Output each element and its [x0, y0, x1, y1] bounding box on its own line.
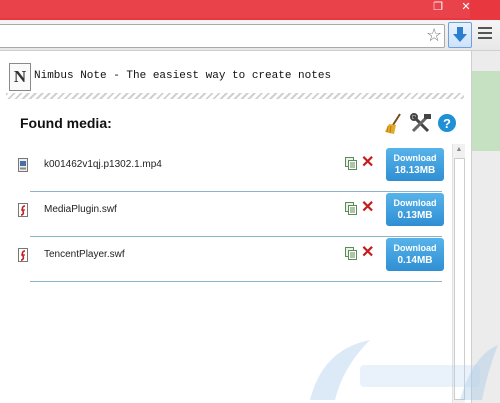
- browser-titlebar: [0, 0, 500, 20]
- svg-text:?: ?: [443, 116, 451, 131]
- download-label: Download: [393, 243, 437, 253]
- media-row: MediaPlugin.swf ✕ Download 0.13MB: [0, 191, 450, 237]
- download-label: Download: [393, 198, 437, 208]
- section-title: Found media:: [20, 115, 112, 131]
- tools-icon[interactable]: [410, 113, 432, 140]
- download-button[interactable]: Download 0.13MB: [386, 193, 444, 226]
- address-bar[interactable]: [0, 24, 445, 48]
- download-extension-button[interactable]: [448, 22, 472, 48]
- header-divider: [6, 93, 464, 99]
- scroll-up-arrow-icon[interactable]: ▲: [453, 146, 465, 153]
- titlebar-highlight: [0, 0, 470, 18]
- download-button[interactable]: Download 0.14MB: [386, 238, 444, 271]
- flash-file-icon: [18, 203, 28, 217]
- help-icon[interactable]: ?: [437, 113, 457, 138]
- video-file-icon: [18, 158, 28, 172]
- restore-window-button[interactable]: ❐: [428, 0, 448, 15]
- file-size: 0.13MB: [397, 210, 433, 221]
- download-button[interactable]: Download 18.13MB: [386, 148, 444, 181]
- file-size: 0.14MB: [397, 255, 433, 266]
- media-filename: MediaPlugin.swf: [44, 204, 117, 215]
- flash-file-icon: [18, 248, 28, 262]
- media-row: k001462v1qj.p1302.1.mp4 ✕ Download 18.13…: [0, 146, 450, 192]
- media-filename: k001462v1qj.p1302.1.mp4: [44, 159, 162, 170]
- nimbus-logo: N: [9, 63, 31, 91]
- copy-icon[interactable]: [345, 247, 357, 260]
- close-window-button[interactable]: ✕: [456, 0, 476, 15]
- menu-icon[interactable]: [478, 27, 492, 42]
- download-arrow-icon: [453, 27, 467, 42]
- app-title: Nimbus Note - The easiest way to create …: [34, 70, 332, 82]
- row-divider: [30, 281, 442, 282]
- broom-icon[interactable]: [384, 113, 406, 140]
- delete-icon[interactable]: ✕: [361, 200, 374, 216]
- media-row: TencentPlayer.swf ✕ Download 0.14MB: [0, 236, 450, 282]
- file-size: 18.13MB: [394, 165, 436, 176]
- media-filename: TencentPlayer.swf: [44, 249, 125, 260]
- download-label: Download: [393, 153, 437, 163]
- watermark-logo: [310, 340, 498, 400]
- star-icon[interactable]: ☆: [426, 25, 442, 45]
- copy-icon[interactable]: [345, 157, 357, 170]
- copy-icon[interactable]: [345, 202, 357, 215]
- popup-header: N Nimbus Note - The easiest way to creat…: [0, 51, 471, 93]
- delete-icon[interactable]: ✕: [361, 155, 374, 171]
- delete-icon[interactable]: ✕: [361, 245, 374, 261]
